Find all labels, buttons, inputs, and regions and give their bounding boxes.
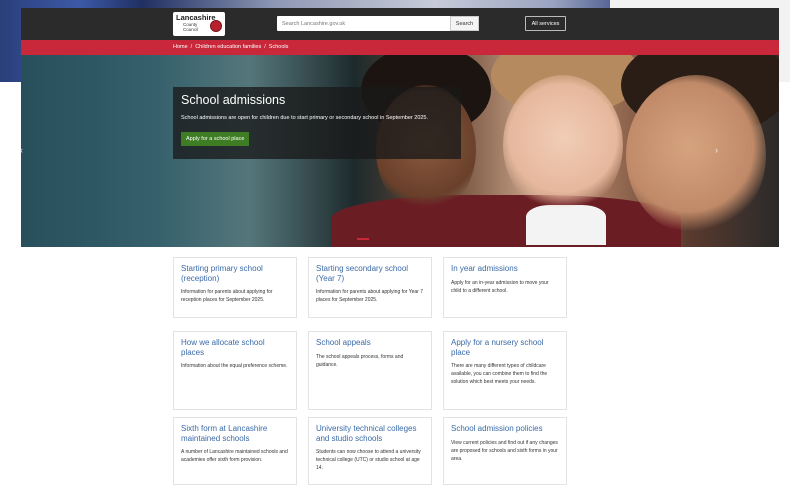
card-description: The school appeals process, forms and gu… [316, 353, 404, 368]
card-in-year-admissions[interactable]: In year admissions Apply for an in-year … [443, 257, 567, 318]
hero-banner: School admissions School admissions are … [21, 55, 779, 247]
breadcrumb: Home / Children education families / Schools [173, 44, 288, 50]
card-title[interactable]: How we allocate school places [181, 338, 289, 357]
card-title[interactable]: School admission policies [451, 424, 559, 434]
desktop-backdrop-right [610, 0, 790, 8]
breadcrumb-bar: Home / Children education families / Schools [21, 40, 779, 55]
card-title[interactable]: Starting primary school (reception) [181, 264, 289, 283]
card-description: Apply for an in-year admission to move y… [451, 279, 549, 294]
card-description: There are many different types of childc… [451, 363, 548, 385]
card-description: A number of Lancashire maintained school… [181, 449, 288, 463]
card-description: Information for parents about applying f… [316, 289, 424, 303]
breadcrumb-children[interactable]: Children education families [195, 44, 261, 50]
card-starting-primary[interactable]: Starting primary school (reception) Info… [173, 257, 297, 318]
all-services-button[interactable]: All services [525, 16, 566, 31]
card-utc-studio[interactable]: University technical colleges and studio… [308, 417, 432, 485]
carousel-indicator[interactable] [357, 238, 369, 240]
card-admission-policies[interactable]: School admission policies View current p… [443, 417, 567, 485]
carousel-prev-icon[interactable]: ‹ [21, 145, 23, 155]
carousel-next-icon[interactable]: › [715, 145, 718, 155]
card-title[interactable]: Apply for a nursery school place [451, 338, 559, 357]
card-sixth-form[interactable]: Sixth form at Lancashire maintained scho… [173, 417, 297, 485]
page-title: School admissions [181, 93, 286, 107]
search-button[interactable]: Search [450, 16, 479, 31]
breadcrumb-home[interactable]: Home [173, 44, 188, 50]
card-title[interactable]: Sixth form at Lancashire maintained scho… [181, 424, 289, 443]
card-description: Information for parents about applying f… [181, 289, 273, 303]
council-crest-icon [210, 20, 222, 32]
browser-viewport: Lancashire County Council Search All ser… [21, 8, 779, 485]
search-input[interactable] [277, 16, 450, 31]
card-school-appeals[interactable]: School appeals The school appeals proces… [308, 331, 432, 410]
card-title[interactable]: Starting secondary school (Year 7) [316, 264, 424, 283]
breadcrumb-schools: Schools [268, 44, 289, 50]
card-allocate-places[interactable]: How we allocate school places Informatio… [173, 331, 297, 410]
card-description: Students can now choose to attend a univ… [316, 449, 421, 471]
breadcrumb-separator: / [264, 44, 266, 50]
hero-panel: School admissions School admissions are … [173, 87, 461, 159]
lancashire-logo[interactable]: Lancashire County Council [173, 12, 225, 36]
hero-description: School admissions are open for children … [181, 115, 429, 121]
card-title[interactable]: School appeals [316, 338, 424, 348]
card-description: View current policies and find out if an… [451, 439, 558, 462]
card-title[interactable]: In year admissions [451, 264, 559, 274]
card-starting-secondary[interactable]: Starting secondary school (Year 7) Infor… [308, 257, 432, 318]
card-description: Information about the equal preference s… [181, 363, 288, 369]
apply-school-place-button[interactable]: Apply for a school place [181, 132, 250, 146]
card-title[interactable]: University technical colleges and studio… [316, 424, 424, 443]
card-nursery-place[interactable]: Apply for a nursery school place There a… [443, 331, 567, 410]
site-header: Lancashire County Council Search All ser… [21, 8, 779, 40]
